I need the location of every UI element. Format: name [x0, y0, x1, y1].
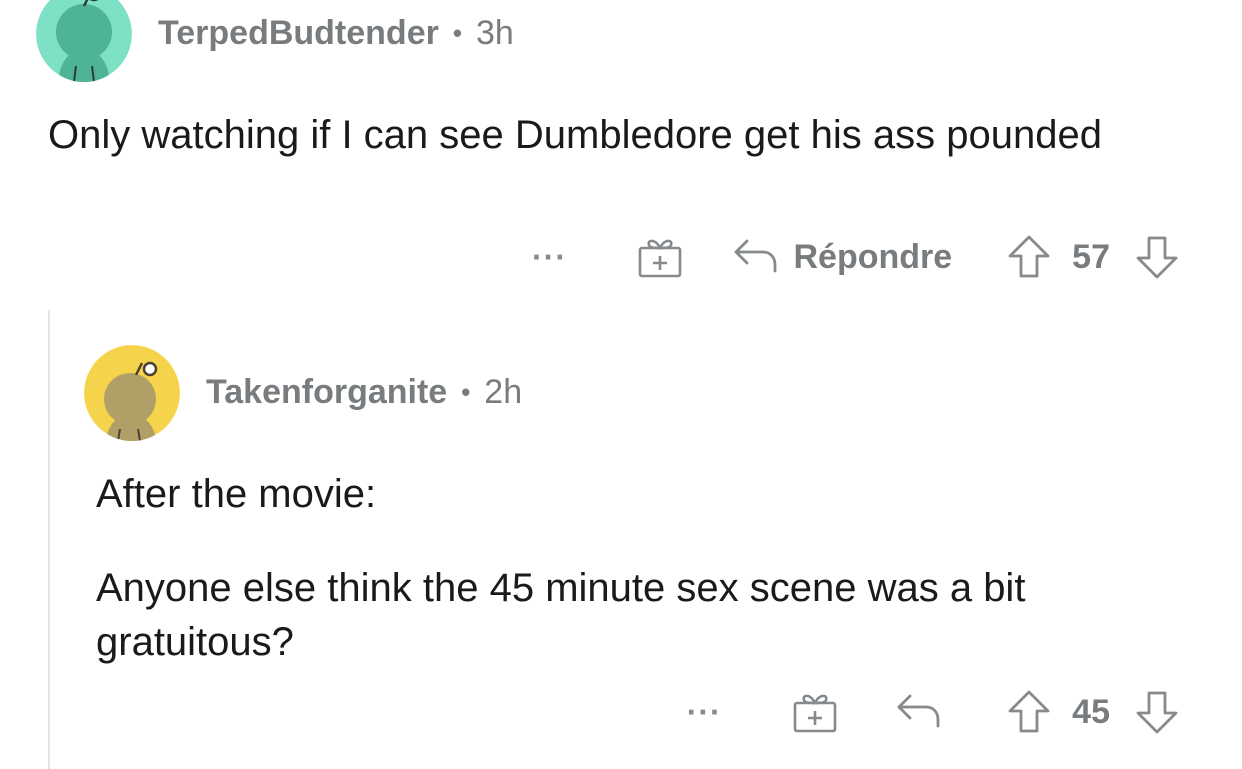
arrow-down-icon: [1136, 691, 1178, 734]
reply-button[interactable]: Répondre: [733, 237, 952, 277]
score: 57: [1072, 237, 1110, 276]
more-options-button[interactable]: ···: [674, 696, 734, 728]
downvote-button[interactable]: [1134, 234, 1180, 280]
avatar[interactable]: [84, 345, 180, 441]
more-options-button[interactable]: ···: [519, 241, 579, 273]
comment: Takenforganite • 2h After the movie: Any…: [0, 345, 1242, 769]
avatar[interactable]: [36, 0, 132, 82]
reply-icon: [897, 694, 940, 728]
reply-icon: [735, 239, 777, 273]
separator-dot: •: [461, 377, 471, 407]
more-icon: ···: [532, 239, 567, 275]
award-button[interactable]: [790, 689, 840, 735]
more-icon: ···: [686, 694, 722, 730]
downvote-button[interactable]: [1134, 689, 1180, 735]
comment-body: After the movie: Anyone else think the 4…: [96, 467, 1196, 669]
gift-icon: [639, 239, 682, 278]
upvote-button[interactable]: [1006, 689, 1052, 735]
separator-dot: •: [452, 18, 462, 48]
score: 45: [1072, 692, 1110, 731]
comment-actions: ··· Répondre 57: [519, 234, 1180, 280]
username[interactable]: TerpedBudtender: [158, 14, 439, 53]
award-button[interactable]: [635, 234, 685, 280]
comment-actions: ··· 45: [674, 689, 1180, 735]
comment-body: Only watching if I can see Dumbledore ge…: [48, 108, 1168, 162]
arrow-down-icon: [1136, 236, 1178, 279]
reply-label: Répondre: [793, 237, 953, 276]
timestamp: 3h: [475, 14, 514, 52]
timestamp: 2h: [484, 373, 523, 411]
comment-paragraph: After the movie:: [96, 472, 377, 516]
arrow-up-icon: [1008, 690, 1050, 733]
username[interactable]: Takenforganite: [206, 373, 447, 412]
comment-paragraph: Only watching if I can see Dumbledore ge…: [48, 113, 1102, 157]
comment-paragraph: Anyone else think the 45 minute sex scen…: [96, 566, 1026, 664]
comment-meta: TerpedBudtender • 3h: [158, 14, 514, 53]
comment-meta: Takenforganite • 2h: [206, 373, 522, 412]
upvote-button[interactable]: [1006, 234, 1052, 280]
reply-button[interactable]: [896, 692, 942, 732]
comment: TerpedBudtender • 3h Only watching if I …: [0, 0, 1242, 300]
arrow-up-icon: [1008, 235, 1050, 278]
gift-icon: [793, 694, 837, 733]
